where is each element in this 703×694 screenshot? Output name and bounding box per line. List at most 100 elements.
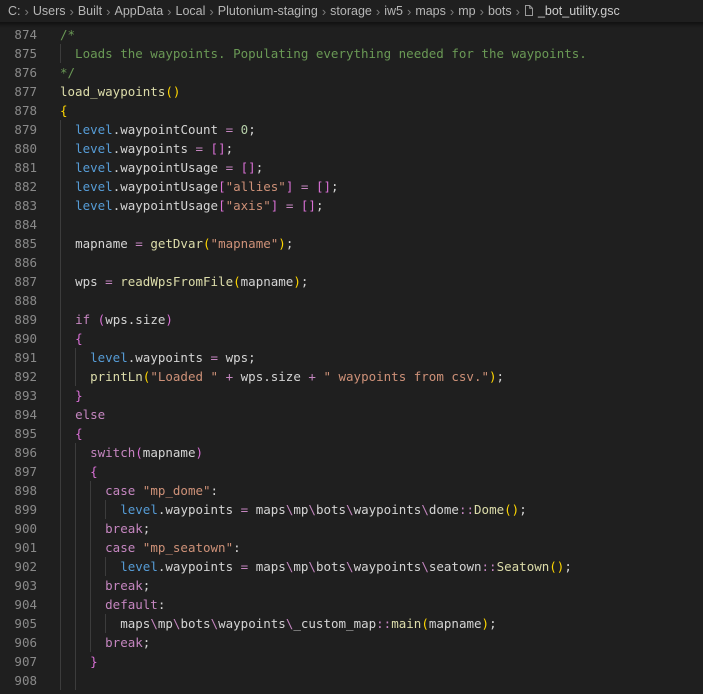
code-line[interactable]: 903 break; [0, 576, 703, 595]
line-number[interactable]: 887 [0, 272, 37, 291]
code-line[interactable]: 896 switch(mapname) [0, 443, 703, 462]
code-token: = [278, 198, 301, 213]
code-line[interactable]: 889 if (wps.size) [0, 310, 703, 329]
code-token: = [233, 502, 256, 517]
code-line[interactable]: 886 [0, 253, 703, 272]
code-line[interactable]: 893 } [0, 386, 703, 405]
code-line[interactable]: 892 printLn("Loaded " + wps.size + " way… [0, 367, 703, 386]
code-line[interactable]: 879 level.waypointCount = 0; [0, 120, 703, 139]
code-line[interactable]: 882 level.waypointUsage["allies"] = []; [0, 177, 703, 196]
line-number[interactable]: 903 [0, 576, 37, 595]
line-number[interactable]: 876 [0, 63, 37, 82]
line-number[interactable]: 884 [0, 215, 37, 234]
code-token [60, 198, 75, 213]
line-number[interactable]: 881 [0, 158, 37, 177]
code-token: = [218, 122, 241, 137]
code-token: \ [308, 559, 316, 574]
line-number[interactable]: 895 [0, 424, 37, 443]
line-number[interactable]: 885 [0, 234, 37, 253]
code-line[interactable]: 876*/ [0, 63, 703, 82]
breadcrumb-item[interactable]: Local [176, 4, 206, 18]
breadcrumb-item[interactable]: Built [78, 4, 102, 18]
code-line[interactable]: 899 level.waypoints = maps\mp\bots\waypo… [0, 500, 703, 519]
code-line[interactable]: 898 case "mp_dome": [0, 481, 703, 500]
code-token: case [105, 540, 135, 555]
line-number[interactable]: 901 [0, 538, 37, 557]
breadcrumb-item[interactable]: Plutonium-staging [218, 4, 318, 18]
line-number[interactable]: 888 [0, 291, 37, 310]
breadcrumb-item[interactable]: Users [33, 4, 66, 18]
code-line[interactable]: 888 [0, 291, 703, 310]
code-line[interactable]: 885 mapname = getDvar("mapname"); [0, 234, 703, 253]
line-number[interactable]: 907 [0, 652, 37, 671]
breadcrumb-item[interactable]: maps [415, 4, 446, 18]
line-number[interactable]: 896 [0, 443, 37, 462]
code-line[interactable]: 880 level.waypoints = []; [0, 139, 703, 158]
code-line[interactable]: 906 break; [0, 633, 703, 652]
code-token: = [98, 274, 121, 289]
line-number[interactable]: 877 [0, 82, 37, 101]
line-number[interactable]: 906 [0, 633, 37, 652]
line-number[interactable]: 899 [0, 500, 37, 519]
code-line[interactable]: 895 { [0, 424, 703, 443]
code-line[interactable]: 901 case "mp_seatown": [0, 538, 703, 557]
breadcrumb-item[interactable]: C: [8, 4, 21, 18]
line-number[interactable]: 900 [0, 519, 37, 538]
code-token [60, 312, 75, 327]
line-number[interactable]: 904 [0, 595, 37, 614]
code-text: Loads the waypoints. Populating everythi… [60, 44, 703, 63]
line-number[interactable]: 889 [0, 310, 37, 329]
line-number[interactable]: 891 [0, 348, 37, 367]
breadcrumb-item[interactable]: iw5 [384, 4, 403, 18]
code-line[interactable]: 904 default: [0, 595, 703, 614]
line-number[interactable]: 892 [0, 367, 37, 386]
code-line[interactable]: 905 maps\mp\bots\waypoints\_custom_map::… [0, 614, 703, 633]
line-number[interactable]: 880 [0, 139, 37, 158]
code-line[interactable]: 877load_waypoints() [0, 82, 703, 101]
breadcrumb-item[interactable]: storage [330, 4, 372, 18]
code-line[interactable]: 875 Loads the waypoints. Populating ever… [0, 44, 703, 63]
line-number[interactable]: 874 [0, 25, 37, 44]
code-line[interactable]: 907 } [0, 652, 703, 671]
line-number[interactable]: 905 [0, 614, 37, 633]
code-token: printLn [90, 369, 143, 384]
line-number[interactable]: 875 [0, 44, 37, 63]
code-line[interactable]: 897 { [0, 462, 703, 481]
code-line[interactable]: 890 { [0, 329, 703, 348]
line-number[interactable]: 898 [0, 481, 37, 500]
chevron-right-icon: › [106, 4, 110, 19]
code-line[interactable]: 908 [0, 671, 703, 690]
line-number[interactable]: 883 [0, 196, 37, 215]
line-number[interactable]: 879 [0, 120, 37, 139]
code-token [60, 388, 75, 403]
code-editor[interactable]: 874/*875 Loads the waypoints. Populating… [0, 22, 703, 690]
line-number[interactable]: 908 [0, 671, 37, 690]
code-line[interactable]: 884 [0, 215, 703, 234]
code-text: case "mp_seatown": [60, 538, 703, 557]
line-number[interactable]: 894 [0, 405, 37, 424]
breadcrumb-item[interactable]: AppData [115, 4, 164, 18]
line-number[interactable]: 897 [0, 462, 37, 481]
code-line[interactable]: 900 break; [0, 519, 703, 538]
code-token: ; [226, 141, 234, 156]
breadcrumb-item[interactable]: bots [488, 4, 512, 18]
code-line[interactable]: 881 level.waypointUsage = []; [0, 158, 703, 177]
line-number[interactable]: 886 [0, 253, 37, 272]
code-line[interactable]: 878{ [0, 101, 703, 120]
line-number[interactable]: 890 [0, 329, 37, 348]
line-number[interactable]: 882 [0, 177, 37, 196]
code-line[interactable]: 883 level.waypointUsage["axis"] = []; [0, 196, 703, 215]
code-line[interactable]: 894 else [0, 405, 703, 424]
code-text [60, 253, 703, 272]
code-line[interactable]: 887 wps = readWpsFromFile(mapname); [0, 272, 703, 291]
indent-guide [60, 671, 61, 690]
line-number[interactable]: 878 [0, 101, 37, 120]
code-line[interactable]: 891 level.waypoints = wps; [0, 348, 703, 367]
line-number[interactable]: 902 [0, 557, 37, 576]
line-number[interactable]: 893 [0, 386, 37, 405]
code-token [60, 540, 105, 555]
code-line[interactable]: 874/* [0, 25, 703, 44]
code-line[interactable]: 902 level.waypoints = maps\mp\bots\waypo… [0, 557, 703, 576]
breadcrumb-item[interactable]: mp [458, 4, 475, 18]
breadcrumb-file[interactable]: _bot_utility.gsc [538, 4, 620, 18]
